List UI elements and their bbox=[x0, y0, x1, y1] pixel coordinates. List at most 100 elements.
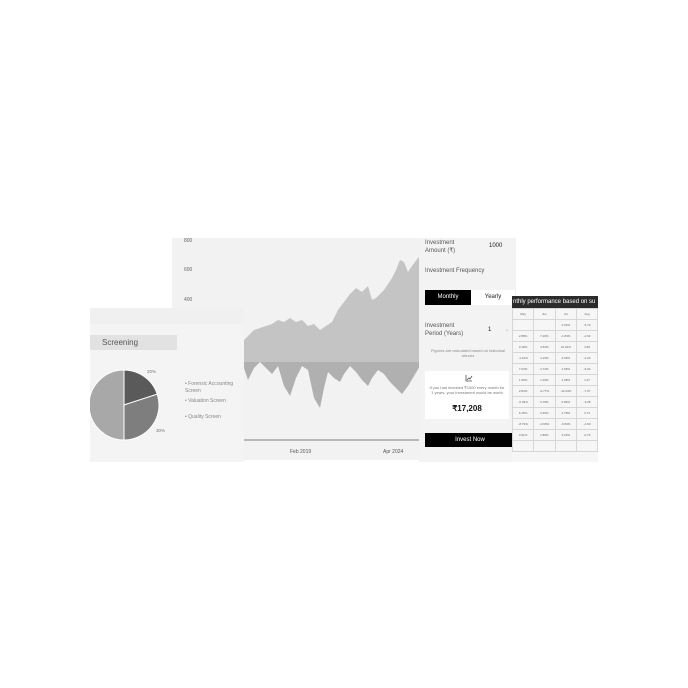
table-cell bbox=[533, 440, 556, 452]
legend-label: Quality Screen bbox=[188, 414, 221, 420]
table-row: 4.33% -5.70 bbox=[512, 319, 598, 331]
performance-table: May Jun Jul Aug 4.33% -5.70 2.88% 7.20% -1.… bbox=[512, 308, 598, 452]
table-row: 6.15% 3.30% 4.78% 3.73 bbox=[512, 407, 598, 419]
investment-amount-input[interactable]: 1000 bbox=[489, 243, 502, 249]
table-row: -1.16% 4.15% 3.69% -2.20 bbox=[512, 352, 598, 364]
header-cell: Jun bbox=[533, 308, 556, 320]
table-cell: 4.15% bbox=[533, 352, 556, 364]
screening-title: Screening bbox=[90, 335, 177, 350]
table-cell: -0.49% bbox=[512, 396, 535, 408]
table-cell: 2.72% bbox=[533, 363, 556, 375]
legend-item: • Quality Screen bbox=[185, 414, 221, 420]
header-cell: Jul bbox=[554, 308, 578, 320]
table-cell: 0.18% bbox=[512, 341, 535, 353]
table-cell: -7.07 bbox=[576, 385, 598, 397]
table-cell bbox=[512, 440, 535, 452]
x-tick-label: Apr 2024 bbox=[383, 449, 404, 455]
frequency-label: Investment Frequency bbox=[425, 268, 485, 274]
result-card: If you had invested ₹1000 every month fo… bbox=[425, 371, 509, 419]
table-cell: -6.59% bbox=[554, 418, 578, 430]
table-row: -0.49% 6.78% 0.86% -3.28 bbox=[512, 396, 598, 408]
screening-pie-chart bbox=[90, 369, 160, 441]
table-row: 1.96% 1.39% 1.98% 1.27 bbox=[512, 374, 598, 386]
table-cell bbox=[554, 440, 578, 452]
sip-calculator-panel: Investment Amount (₹) 1000 Investment Fr… bbox=[419, 238, 516, 462]
period-select[interactable]: 1 bbox=[488, 327, 491, 333]
table-row bbox=[512, 440, 598, 452]
x-tick-label: Feb 2019 bbox=[290, 449, 312, 455]
table-cell: -6.02 bbox=[576, 363, 598, 375]
chevron-down-icon[interactable]: ⌄ bbox=[505, 327, 509, 333]
table-title: nthly performance based on su bbox=[512, 296, 598, 308]
legend-item: • Forensic Accounting Screen bbox=[185, 381, 234, 394]
chart-icon bbox=[465, 375, 473, 382]
table-cell: 2.84% bbox=[512, 385, 535, 397]
table-cell: -0.73 bbox=[576, 429, 598, 441]
table-cell: 10.22% bbox=[554, 341, 578, 353]
invest-now-button[interactable]: Invest Now bbox=[425, 433, 515, 447]
monthly-button[interactable]: Monthly bbox=[425, 290, 471, 305]
pie-percent-label: 30% bbox=[156, 428, 166, 433]
legend-label: Forensic Accounting Screen bbox=[185, 381, 234, 394]
table-cell: 3.63% bbox=[554, 429, 578, 441]
table-cell: 2.88% bbox=[512, 330, 535, 342]
table-cell: 1.86% bbox=[533, 429, 556, 441]
growth-area bbox=[242, 256, 420, 362]
investment-amount-label: Investment Amount (₹) bbox=[425, 240, 456, 254]
legend-item: • Valuation Screen bbox=[185, 398, 226, 404]
table-cell: -2.20 bbox=[576, 352, 598, 364]
table-cell bbox=[512, 319, 535, 331]
table-cell: 3.30% bbox=[533, 407, 556, 419]
pie-percent-label: 20% bbox=[147, 369, 157, 374]
table-cell: 6.78% bbox=[533, 396, 556, 408]
drawdown-area bbox=[242, 362, 420, 408]
table-cell: 7.20% bbox=[533, 330, 556, 342]
table-cell: 1.27 bbox=[576, 374, 598, 386]
header-cell: May bbox=[512, 308, 535, 320]
table-cell: -5.70 bbox=[576, 319, 598, 331]
header-cell: Aug bbox=[576, 308, 598, 320]
table-cell: 0.86% bbox=[554, 396, 578, 408]
table-row: -8.73% -0.66% -6.59% -4.60 bbox=[512, 418, 598, 430]
table-cell: -1.16% bbox=[512, 352, 535, 364]
table-cell: 3.73 bbox=[576, 407, 598, 419]
table-cell: -11.94% bbox=[554, 385, 578, 397]
table-cell: 4.78% bbox=[554, 407, 578, 419]
table-cell: 4.33% bbox=[554, 319, 578, 331]
table-header-row: May Jun Jul Aug bbox=[512, 308, 598, 320]
table-cell: 1.39% bbox=[533, 374, 556, 386]
table-cell: -8.73% bbox=[512, 418, 535, 430]
table-cell: -4.60 bbox=[576, 418, 598, 430]
result-value: ₹17,208 bbox=[452, 404, 482, 413]
table-row: 2.84% -0.77% -11.94% -7.07 bbox=[512, 385, 598, 397]
table-cell: 3.91% bbox=[512, 429, 535, 441]
table-cell: 1.98% bbox=[554, 374, 578, 386]
frequency-toggle: Monthly Yearly bbox=[425, 290, 515, 305]
table-row: 0.18% 4.53% 10.22% 4.59 bbox=[512, 341, 598, 353]
result-text: If you had invested ₹1000 every month fo… bbox=[429, 385, 505, 395]
legend-label: Valuation Screen bbox=[188, 398, 226, 404]
table-cell: 4.59 bbox=[576, 341, 598, 353]
table-cell: -2.93 bbox=[576, 330, 598, 342]
table-cell bbox=[533, 319, 556, 331]
table-cell: 4.99% bbox=[554, 363, 578, 375]
table-cell: -3.28 bbox=[576, 396, 598, 408]
screening-panel: Screening 20% 30% • Forensic Accounting … bbox=[90, 308, 244, 462]
monthly-performance-table-panel: nthly performance based on su May Jun Ju… bbox=[512, 296, 598, 462]
table-cell: 4.53% bbox=[533, 341, 556, 353]
screening-header-bar bbox=[90, 308, 244, 324]
returns-note: Figures are calculated based on historic… bbox=[431, 348, 505, 358]
table-cell: 6.15% bbox=[512, 407, 535, 419]
table-cell: 1.96% bbox=[512, 374, 535, 386]
table-row: 3.91% 1.86% 3.63% -0.73 bbox=[512, 429, 598, 441]
table-cell bbox=[576, 440, 598, 452]
table-cell: -0.77% bbox=[533, 385, 556, 397]
table-cell: 7.04% bbox=[512, 363, 535, 375]
table-cell: 3.69% bbox=[554, 352, 578, 364]
table-cell: -0.66% bbox=[533, 418, 556, 430]
table-cell: -1.83% bbox=[554, 330, 578, 342]
period-label: Investment Period (Years) bbox=[425, 323, 464, 337]
table-row: 7.04% 2.72% 4.99% -6.02 bbox=[512, 363, 598, 375]
pie-slice bbox=[90, 369, 125, 441]
yearly-button[interactable]: Yearly bbox=[471, 290, 515, 305]
